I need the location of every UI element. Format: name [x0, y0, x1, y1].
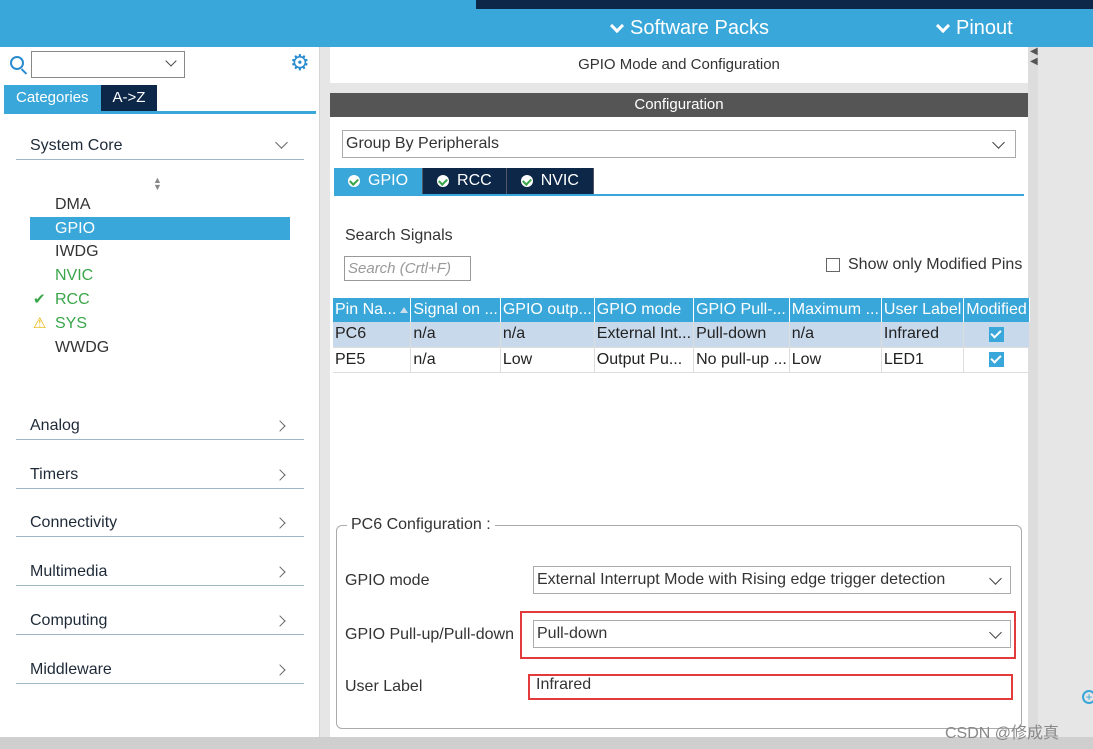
tab-underline: [4, 111, 316, 114]
sidebar-item-dma[interactable]: DMA: [30, 193, 290, 216]
search-signals-input[interactable]: Search (Crtl+F): [344, 256, 471, 281]
check-icon: ✔: [33, 291, 46, 308]
chevron-down-icon[interactable]: [165, 55, 177, 67]
chevron-down-icon: [992, 136, 1005, 149]
top-dark-strip: [476, 0, 1093, 9]
check-circle-icon: [348, 175, 360, 187]
tab-underline: [334, 194, 1024, 196]
sidebar-item-wwdg[interactable]: WWDG: [30, 336, 290, 359]
category-search-input[interactable]: [31, 51, 185, 78]
pin-config-legend: PC6 Configuration :: [347, 516, 495, 534]
table-row[interactable]: PE5 n/a Low Output Pu... No pull-up ... …: [333, 347, 1030, 373]
column-header-signal[interactable]: Signal on ...: [410, 298, 501, 322]
group-timers[interactable]: Timers: [16, 461, 304, 489]
chevron-down-icon: [609, 18, 625, 33]
software-packs-label: Software Packs: [630, 17, 769, 39]
search-signals-label: Search Signals: [345, 227, 453, 244]
checkbox[interactable]: [826, 258, 840, 272]
group-label: System Core: [30, 137, 123, 154]
gpio-pull-label: GPIO Pull-up/Pull-down: [345, 626, 514, 643]
column-header-maximum[interactable]: Maximum ...: [789, 298, 882, 322]
peripheral-tabs: GPIO RCC NVIC: [334, 168, 594, 194]
chevron-right-icon: [274, 420, 286, 432]
show-modified-checkbox[interactable]: Show only Modified Pins: [826, 256, 1022, 274]
column-header-user-label[interactable]: User Label: [881, 298, 965, 322]
configuration-panel: Configuration Group By Peripherals GPIO …: [330, 93, 1030, 737]
sidebar-item-nvic[interactable]: NVIC: [30, 264, 290, 287]
gpio-mode-select[interactable]: External Interrupt Mode with Rising edge…: [533, 566, 1011, 594]
highlight-box: [520, 611, 1016, 659]
sort-up-icon: [400, 306, 409, 313]
chevron-right-icon: [274, 664, 286, 676]
column-header-output[interactable]: GPIO outp...: [500, 298, 595, 322]
table-row[interactable]: PC6 n/a n/a External Int... Pull-down n/…: [333, 322, 1030, 348]
top-toolbar: Software Packs Pinout: [0, 0, 1093, 47]
sidebar-item-sys[interactable]: ⚠ SYS: [30, 312, 290, 335]
splitter-handle[interactable]: ◀ ◀: [1030, 47, 1038, 67]
group-multimedia[interactable]: Multimedia: [16, 558, 304, 586]
software-packs-menu[interactable]: Software Packs: [609, 17, 769, 40]
tab-nvic[interactable]: NVIC: [506, 168, 594, 194]
modified-check-icon[interactable]: [989, 351, 1005, 367]
category-search-row: ⚙: [0, 47, 320, 85]
group-connectivity[interactable]: Connectivity: [16, 509, 304, 537]
collapse-strip[interactable]: [1028, 47, 1038, 737]
configuration-header: Configuration: [330, 93, 1028, 117]
chevron-right-icon: [274, 566, 286, 578]
gpio-mode-label: GPIO mode: [345, 572, 430, 589]
check-circle-icon: [520, 175, 533, 187]
modified-check-icon[interactable]: [989, 326, 1005, 342]
chevron-right-icon: [274, 469, 286, 481]
column-header-mode[interactable]: GPIO mode: [594, 298, 695, 322]
column-header-modified[interactable]: Modified: [963, 298, 1030, 322]
chevron-down-icon: [989, 572, 1002, 585]
categories-panel: ⚙ Categories A->Z System Core ▲ ▼ DMA GPI…: [0, 47, 320, 737]
pinout-menu[interactable]: Pinout: [935, 17, 1013, 40]
signals-table: Pin Na... Signal on ... GPIO outp... GPI…: [333, 298, 1030, 373]
chevron-right-icon: [274, 615, 286, 627]
group-middleware[interactable]: Middleware: [16, 656, 304, 684]
sidebar-item-iwdg[interactable]: IWDG: [30, 240, 290, 263]
check-circle-icon: [437, 175, 450, 187]
watermark: CSDN @修成真: [945, 725, 1060, 742]
highlight-box: [528, 674, 1013, 700]
group-computing[interactable]: Computing: [16, 607, 304, 635]
sidebar-item-gpio[interactable]: GPIO: [30, 217, 290, 240]
bottom-bar: [0, 737, 1093, 749]
tab-gpio[interactable]: GPIO: [334, 168, 424, 194]
tab-categories[interactable]: Categories: [4, 85, 101, 111]
group-by-select[interactable]: Group By Peripherals: [342, 130, 1016, 158]
warning-icon: ⚠: [33, 315, 47, 332]
chevron-down-icon: [275, 136, 288, 149]
sidebar-item-rcc[interactable]: ✔ RCC: [30, 288, 290, 311]
tab-rcc[interactable]: RCC: [423, 168, 507, 194]
chevron-down-icon: [935, 18, 951, 33]
pin-configuration-group: PC6 Configuration : GPIO mode External I…: [336, 516, 1022, 729]
sort-icon[interactable]: ▲ ▼: [153, 176, 162, 192]
column-header-pin[interactable]: Pin Na...: [333, 298, 412, 322]
pinout-label: Pinout: [956, 17, 1013, 39]
tab-a-z[interactable]: A->Z: [100, 85, 158, 111]
zoom-in-icon[interactable]: +: [1082, 690, 1093, 704]
search-icon[interactable]: [10, 56, 24, 70]
mode-config-title: GPIO Mode and Configuration: [330, 47, 1028, 83]
chevron-right-icon: [274, 517, 286, 529]
column-header-pull[interactable]: GPIO Pull-...: [693, 298, 790, 322]
gear-icon[interactable]: ⚙: [290, 52, 312, 74]
user-label-label: User Label: [345, 678, 423, 695]
category-tabs: Categories A->Z: [4, 85, 158, 111]
group-system-core[interactable]: System Core: [16, 132, 304, 160]
table-header-row: Pin Na... Signal on ... GPIO outp... GPI…: [333, 298, 1030, 322]
group-analog[interactable]: Analog: [16, 412, 304, 440]
